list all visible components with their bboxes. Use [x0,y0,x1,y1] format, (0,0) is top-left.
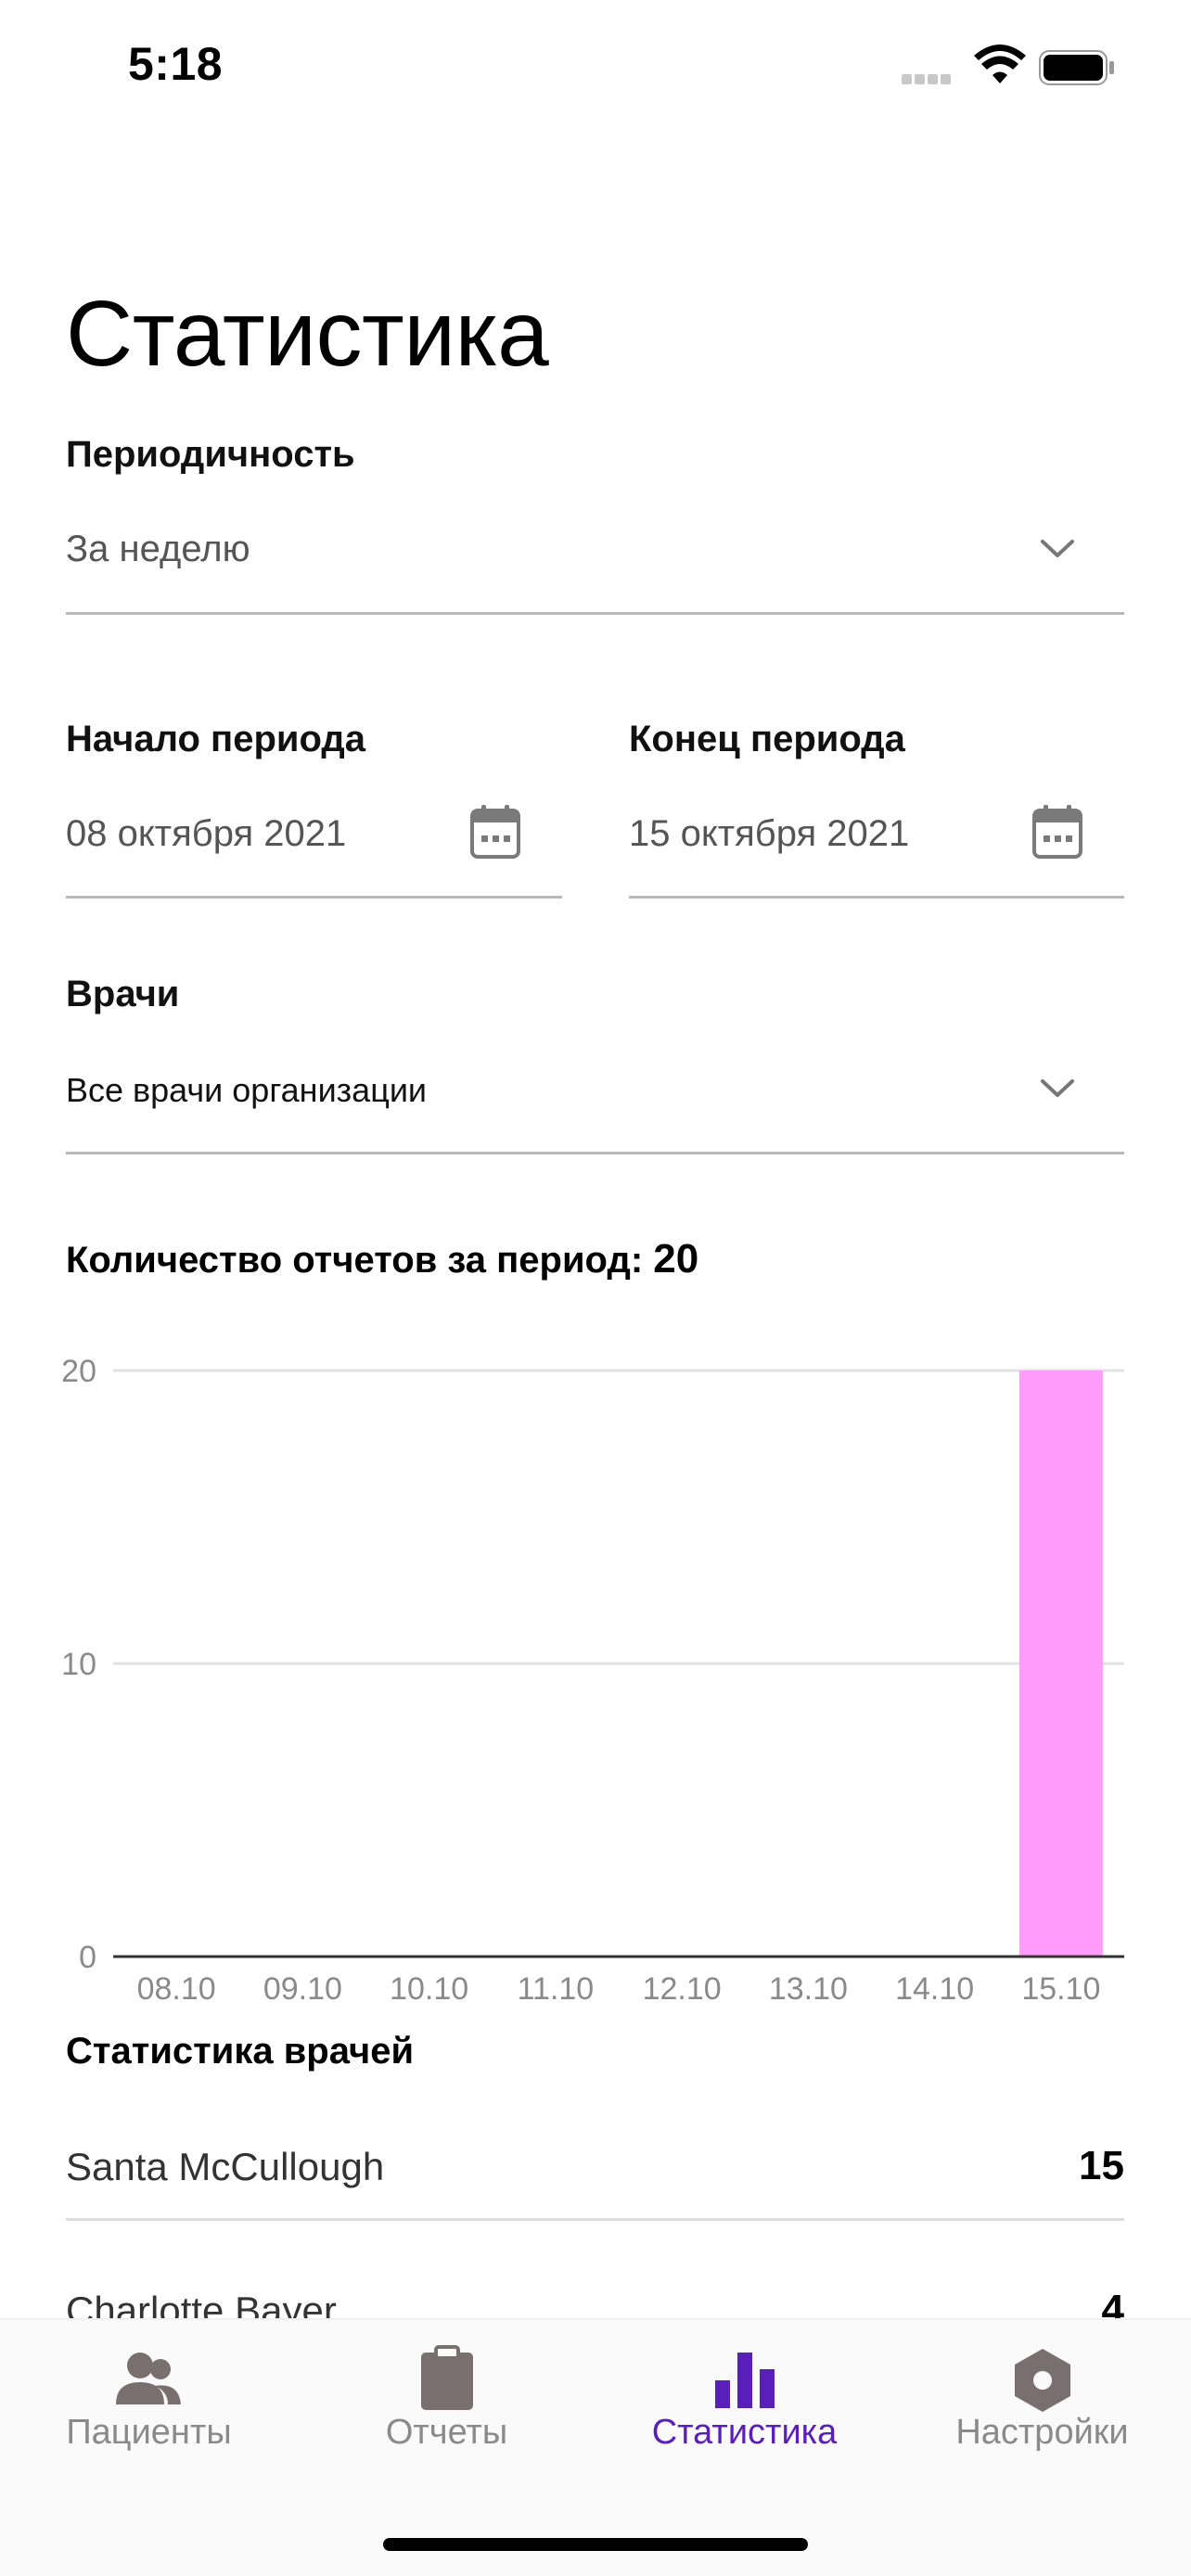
period-start-field[interactable]: 08 октября 2021 [66,813,346,855]
y-tick-label: 10 [61,1647,96,1682]
settings-icon [1014,2349,1070,2412]
tab-label: Настройки [955,2413,1129,2452]
doctor-name: Santa McCullough [66,2145,385,2188]
x-tick-label: 10.10 [390,1971,468,2007]
reports-bar-chart: 0 10 20 08.10 09.10 10.10 11.10 12.10 13.10 14.10… [61,1354,1124,2007]
clipboard-icon [420,2345,473,2410]
chevron-down-icon[interactable] [1039,1078,1076,1100]
x-tick-label: 08.10 [137,1971,216,2007]
periodicity-underline [66,612,1124,615]
x-tick-label: 14.10 [895,1971,974,2007]
bar-chart-icon [714,2353,775,2408]
x-tick-label: 11.10 [518,1971,595,2007]
periodicity-label: Периодичность [66,434,355,475]
tab-label: Статистика [651,2413,838,2452]
period-start-underline [66,896,562,899]
calendar-icon[interactable] [469,803,521,861]
home-indicator [383,2538,808,2551]
reports-count-value: 20 [653,1236,699,1282]
period-end-field[interactable]: 15 октября 2021 [629,813,909,855]
status-time: 5:18 [128,38,224,90]
tab-label: Пациенты [66,2413,232,2452]
chart-bar [1018,1371,1103,1957]
y-tick-label: 0 [79,1940,96,1975]
row-divider [66,2218,1124,2221]
cellular-signal-icon [902,72,957,85]
tab-statistics[interactable]: Статистика [596,2320,893,2506]
tab-label: Отчеты [385,2413,508,2452]
y-tick-label: 20 [61,1354,96,1389]
x-tick-label: 13.10 [769,1971,848,2007]
calendar-icon[interactable] [1031,803,1083,861]
battery-icon [1039,50,1114,85]
doctor-stats-title: Статистика врачей [66,2031,415,2072]
doctors-label: Врачи [66,974,180,1014]
x-tick-label: 12.10 [643,1971,722,2007]
reports-count-label: Количество отчетов за период: [66,1240,644,1281]
x-tick-label: 09.10 [263,1971,342,2007]
period-start-label: Начало периода [66,719,366,759]
status-bar: 5:18 [0,0,1191,139]
period-end-underline [629,896,1124,899]
patients-icon [115,2353,181,2404]
tab-reports[interactable]: Отчеты [298,2320,596,2506]
period-end-label: Конец периода [629,719,905,759]
table-row[interactable]: Santa McCullough 15 [66,2119,1124,2221]
doctor-report-count: 15 [1079,2143,1124,2188]
doctors-select[interactable]: Все врачи организации [66,1071,427,1110]
doctors-underline [66,1152,1124,1154]
tab-settings[interactable]: Настройки [893,2320,1191,2506]
reports-count: Количество отчетов за период: 20 [66,1236,698,1282]
periodicity-select[interactable]: За неделю [66,529,250,570]
chevron-down-icon[interactable] [1039,538,1076,560]
x-tick-label: 15.10 [1021,1971,1100,2007]
tab-patients[interactable]: Пациенты [0,2320,298,2506]
page-title: Статистика [66,282,549,386]
wifi-icon [974,45,1026,83]
